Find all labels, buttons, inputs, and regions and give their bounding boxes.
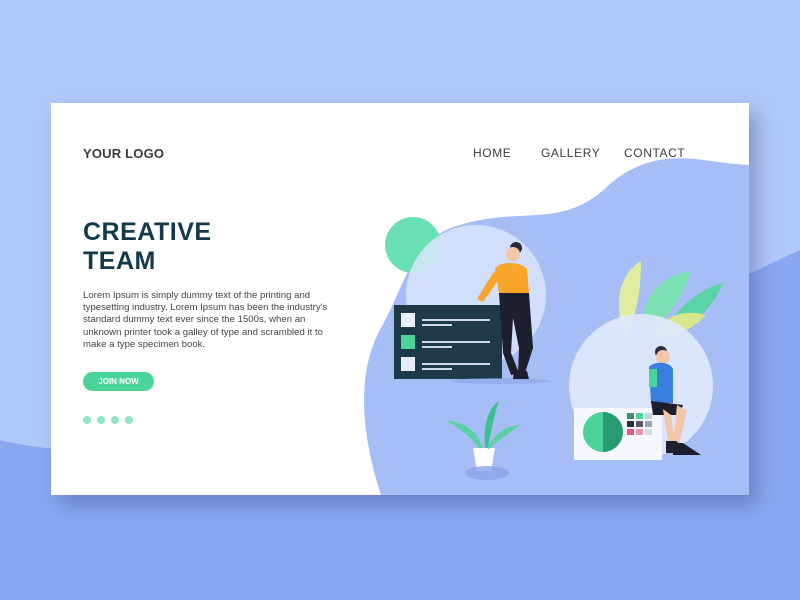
carousel-dot-3[interactable] xyxy=(111,416,119,424)
hero-title-line-2: TEAM xyxy=(83,247,156,275)
carousel-dots xyxy=(83,411,139,429)
nav-link-contact[interactable]: CONTACT xyxy=(624,146,685,160)
site-logo[interactable]: YOUR LOGO xyxy=(83,146,164,161)
landing-page-card: YOUR LOGO HOME GALLERY CONTACT CREATIVE … xyxy=(51,103,749,495)
hero-description: Lorem Ipsum is simply dummy text of the … xyxy=(83,290,328,350)
carousel-dot-2[interactable] xyxy=(97,416,105,424)
hero-title: CREATIVE TEAM xyxy=(83,218,303,276)
carousel-dot-1[interactable] xyxy=(83,416,91,424)
carousel-dot-4[interactable] xyxy=(125,416,133,424)
hero-title-line-1: CREATIVE xyxy=(83,218,212,246)
nav-link-gallery[interactable]: GALLERY xyxy=(541,146,600,160)
nav-link-home[interactable]: HOME xyxy=(473,146,511,160)
join-now-button[interactable]: JOIN NOW xyxy=(83,372,154,391)
